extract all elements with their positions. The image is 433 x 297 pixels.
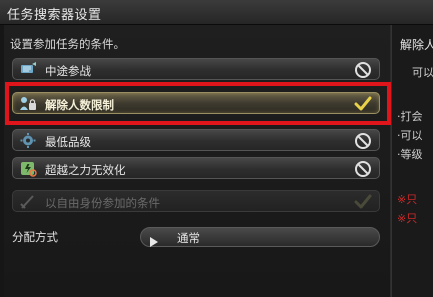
distribution-value: 通常 <box>177 231 200 245</box>
details-line: 可以 <box>412 66 433 79</box>
prohibit-icon <box>354 132 372 150</box>
highlight-frame <box>5 82 391 125</box>
distribution-label: 分配方式 <box>12 230 58 244</box>
details-note: ※只 <box>397 193 418 206</box>
conditions-heading: 设置参加任务的条件。 <box>10 37 125 51</box>
option-unrestricted-party: 以自由身份参加的条件 <box>12 190 380 212</box>
option-mid-join[interactable]: 中途参战 <box>12 58 380 80</box>
distribution-dropdown[interactable]: 通常 <box>140 227 380 247</box>
details-line: ·打会 <box>397 110 423 123</box>
details-note: ※只 <box>397 212 418 225</box>
details-title: 解除人 <box>400 38 433 52</box>
gear-icon <box>19 132 37 149</box>
option-label: 超越之力无效化 <box>45 163 126 177</box>
play-arrow-icon <box>150 232 158 247</box>
checkmark-icon <box>354 193 372 211</box>
window-title: 任务搜索器设置 <box>7 8 102 23</box>
option-minimum-ilvl[interactable]: 最低品级 <box>12 129 380 151</box>
sword-icon <box>19 193 37 210</box>
window-titlebar: 任务搜索器设置 <box>0 0 433 25</box>
prohibit-icon <box>354 61 372 79</box>
option-label: 中途参战 <box>45 64 91 78</box>
details-line: ·等级 <box>397 148 423 161</box>
option-disable-echo[interactable]: 超越之力无效化 <box>12 157 380 179</box>
scroll-icon <box>19 61 37 78</box>
option-label: 最低品级 <box>45 135 91 149</box>
details-line: ·可以 <box>397 129 423 142</box>
prohibit-icon <box>354 160 372 178</box>
power-icon <box>19 160 37 177</box>
option-label: 以自由身份参加的条件 <box>45 196 160 210</box>
